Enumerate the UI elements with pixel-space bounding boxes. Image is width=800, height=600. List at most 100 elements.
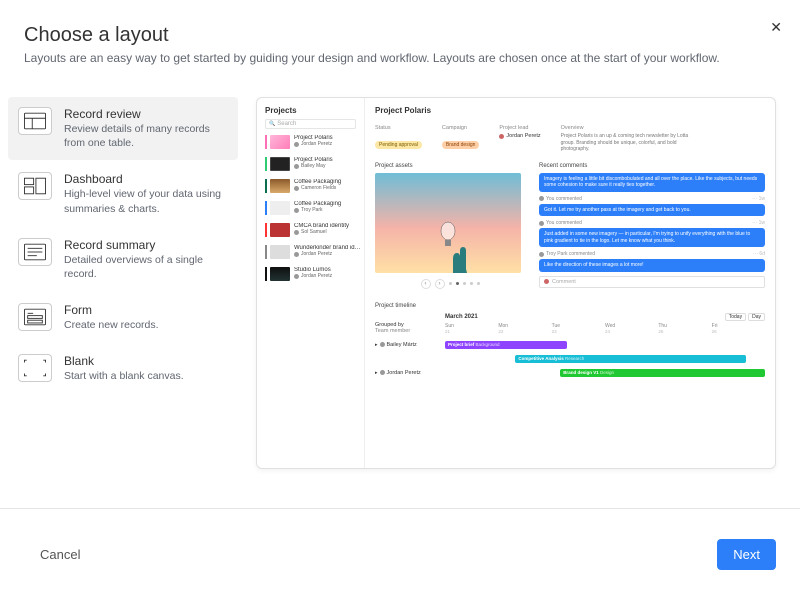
asset-image: [375, 173, 521, 273]
timeline-day: Sun21: [445, 323, 498, 334]
avatar: [294, 142, 299, 147]
avatar: [294, 208, 299, 213]
page-subtitle: Layouts are an easy way to get started b…: [24, 51, 776, 65]
layout-preview: Projects 🔍 Search Project Polaris Jordan…: [256, 97, 776, 469]
timeline-bar[interactable]: Brand design V1 Design: [560, 369, 765, 377]
layout-option-title: Record summary: [64, 238, 228, 252]
layout-option-record-summary[interactable]: Record summary Detailed overviews of a s…: [8, 228, 238, 291]
carousel-next-icon[interactable]: ›: [435, 279, 445, 289]
layout-option-title: Dashboard: [64, 172, 228, 186]
dialog-header: Choose a layout Layouts are an easy way …: [0, 0, 800, 81]
timeline-day: Wed24: [605, 323, 658, 334]
comment-meta: You commented··· 1w: [539, 196, 765, 202]
layout-option-form[interactable]: Form Create new records.: [8, 293, 238, 342]
avatar: [539, 221, 544, 226]
campaign-badge: Brand design: [442, 141, 479, 149]
dashboard-icon: [18, 172, 52, 200]
timeline-day: Tue23: [552, 323, 605, 334]
preview-sidebar-title: Projects: [265, 106, 356, 115]
timeline-row: ▸Bailey MártzProject brief Background: [375, 338, 765, 352]
avatar: [294, 186, 299, 191]
timeline-day: Fri26: [712, 323, 765, 334]
layout-option-title: Record review: [64, 107, 228, 121]
preview-timeline: Project timeline Grouped by Team member …: [375, 303, 765, 380]
lead-value: Jordan Peretz: [499, 133, 540, 139]
layout-option-title: Form: [64, 303, 228, 317]
record-item-user: Jordan Peretz: [294, 251, 362, 257]
record-item-user: Jordan Peretz: [294, 141, 333, 147]
record-item-user: Cameron Fields: [294, 185, 341, 191]
record-summary-icon: [18, 238, 52, 266]
avatar: [380, 370, 385, 375]
timeline-zoom-button[interactable]: Day: [748, 313, 765, 321]
layout-option-desc: Create new records.: [64, 318, 228, 332]
record-thumb: [270, 135, 290, 149]
avatar: [294, 164, 299, 169]
dialog-footer: Cancel Next: [0, 508, 800, 600]
timeline-month: March 2021: [445, 314, 478, 320]
page-title: Choose a layout: [24, 24, 776, 47]
next-button[interactable]: Next: [717, 539, 776, 570]
close-icon[interactable]: ✕: [770, 20, 782, 34]
preview-search-input[interactable]: 🔍 Search: [265, 119, 356, 129]
preview-record-item[interactable]: Project Polaris Bailey May: [265, 157, 356, 171]
overview-text: Project Polaris is an up & coming tech n…: [561, 133, 691, 153]
timeline-today-button[interactable]: Today: [725, 313, 746, 321]
timeline-day: Mon22: [498, 323, 551, 334]
layout-options-list: Record review Review details of many rec…: [8, 97, 238, 469]
preview-record-item[interactable]: Coffee Packaging Troy Park: [265, 201, 356, 215]
record-item-user: Bailey May: [294, 163, 333, 169]
preview-record-item[interactable]: Wunderkinder brand identity Jordan Peret…: [265, 245, 356, 259]
status-badge: Pending approval: [375, 141, 422, 149]
layout-option-desc: Review details of many records from one …: [64, 122, 228, 150]
avatar: [294, 274, 299, 279]
avatar: [294, 230, 299, 235]
record-thumb: [270, 179, 290, 193]
avatar: [499, 134, 504, 139]
record-thumb: [270, 157, 290, 171]
record-review-icon: [18, 107, 52, 135]
timeline-bar[interactable]: Project brief Background: [445, 341, 567, 349]
avatar: [380, 342, 385, 347]
cancel-button[interactable]: Cancel: [24, 539, 96, 570]
comment-meta: Troy Park commented··· 6d: [539, 251, 765, 257]
avatar: [544, 279, 549, 284]
preview-record-item[interactable]: CMCA brand identity Sol Samuel: [265, 223, 356, 237]
record-thumb: [270, 201, 290, 215]
timeline-day: Thu25: [658, 323, 711, 334]
timeline-user: ▸Bailey Mártz: [375, 342, 445, 348]
record-item-user: Jordan Peretz: [294, 273, 332, 279]
comment-bubble: Like the direction of these images a lot…: [539, 259, 765, 272]
comment-bubble: Got it. Let me try another pass at the i…: [539, 204, 765, 217]
comment-bubble: Imagery is feeling a little bit discombo…: [539, 173, 765, 192]
layout-option-blank[interactable]: Blank Start with a blank canvas.: [8, 344, 238, 393]
record-thumb: [270, 267, 290, 281]
preview-main: Project Polaris Status Pending approval …: [365, 98, 775, 468]
form-icon: [18, 303, 52, 331]
layout-option-desc: High-level view of your data using summa…: [64, 187, 228, 215]
avatar: [539, 196, 544, 201]
avatar: [539, 252, 544, 257]
layout-option-desc: Start with a blank canvas.: [64, 369, 228, 383]
preview-record-item[interactable]: Studio Lumos Jordan Peretz: [265, 267, 356, 281]
comments-label: Recent comments: [539, 163, 765, 169]
assets-label: Project assets: [375, 163, 525, 169]
comment-bubble: Just added in some new imagery — in part…: [539, 228, 765, 247]
layout-option-desc: Detailed overviews of a single record.: [64, 253, 228, 281]
preview-record-item[interactable]: Coffee Packaging Cameron Fields: [265, 179, 356, 193]
blank-icon: [18, 354, 52, 382]
layout-option-dashboard[interactable]: Dashboard High-level view of your data u…: [8, 162, 238, 225]
layout-option-title: Blank: [64, 354, 228, 368]
preview-meta-row: Status Pending approval Campaign Brand d…: [375, 125, 765, 153]
comment-input[interactable]: Comment: [539, 276, 765, 288]
grouped-by-value: Team member: [375, 328, 445, 334]
timeline-user: ▸Jordan Peretz: [375, 370, 445, 376]
overview-label: Overview: [561, 125, 691, 131]
timeline-label: Project timeline: [375, 303, 765, 309]
timeline-bar[interactable]: Competitive Analysis Research: [515, 355, 745, 363]
carousel-prev-icon[interactable]: ‹: [421, 279, 431, 289]
preview-record-item[interactable]: Project Polaris Jordan Peretz: [265, 135, 356, 149]
comment-meta: You commented··· 1w: [539, 220, 765, 226]
layout-option-record-review[interactable]: Record review Review details of many rec…: [8, 97, 238, 160]
status-label: Status: [375, 125, 422, 131]
